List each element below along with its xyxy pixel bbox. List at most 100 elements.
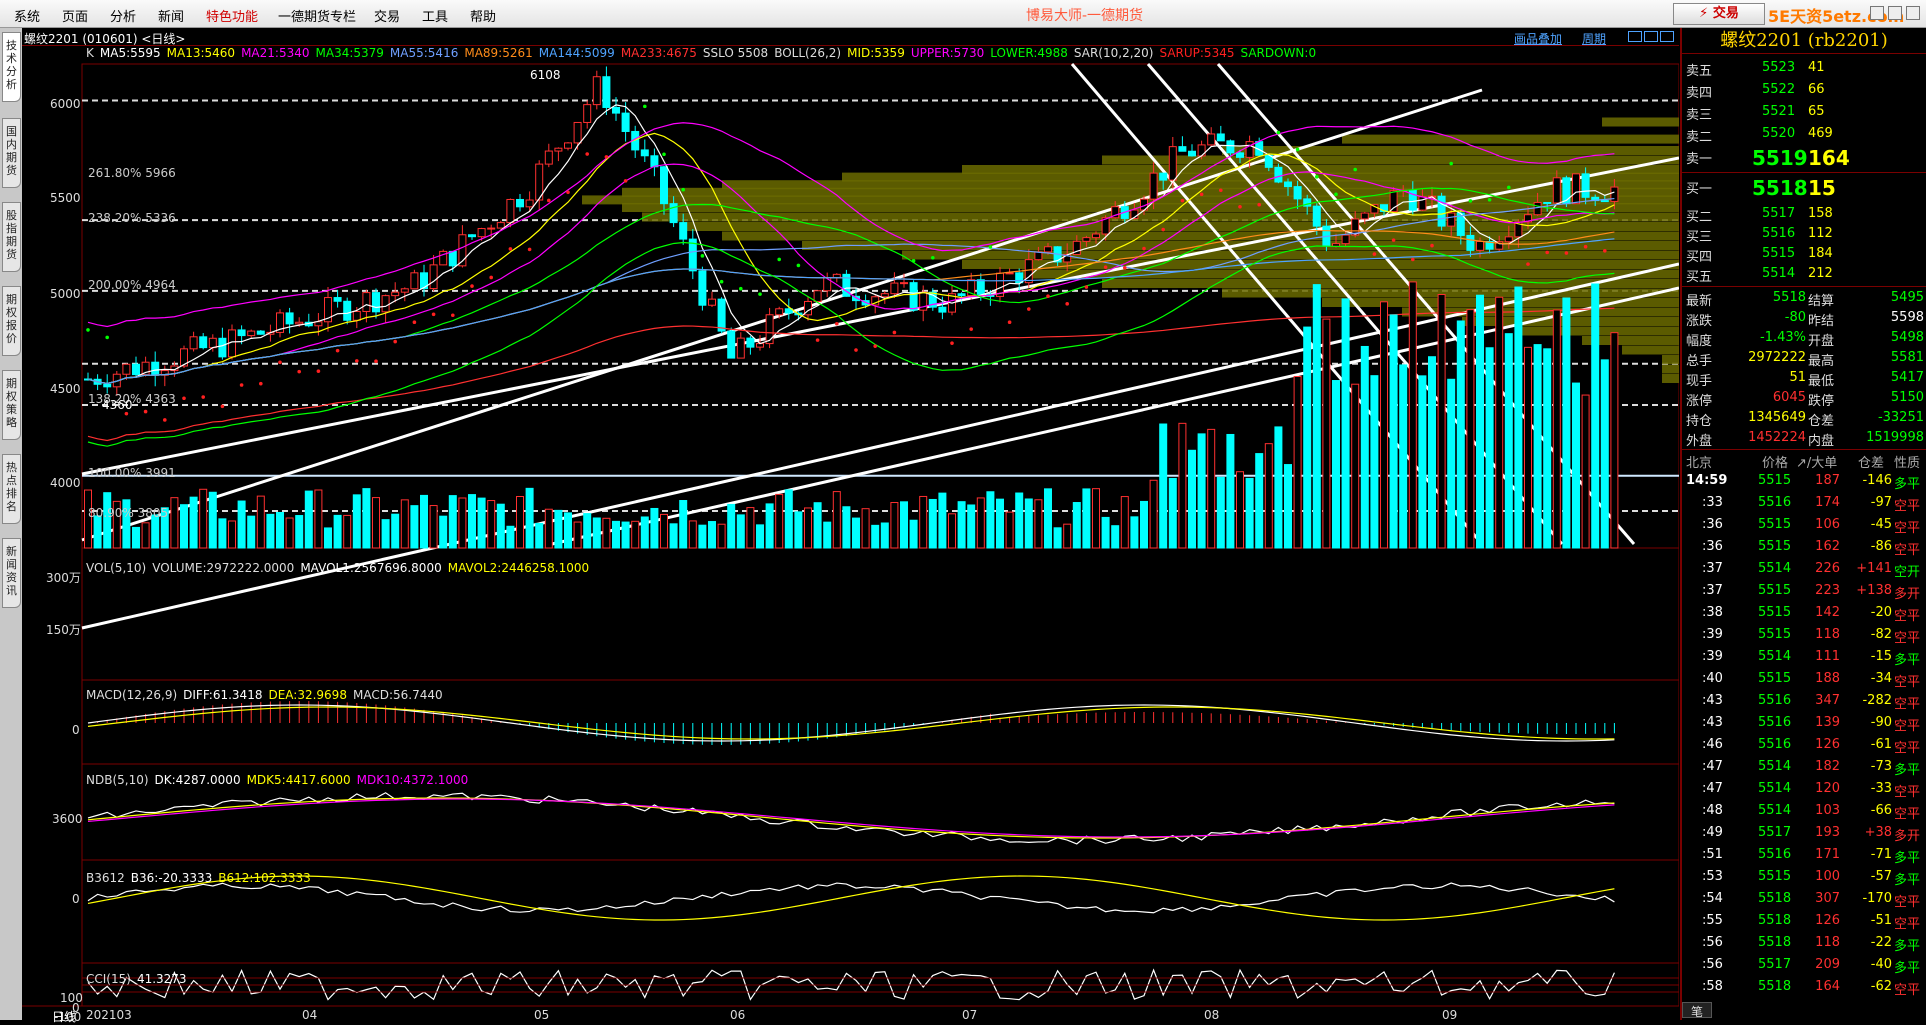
sar-dot xyxy=(393,339,398,344)
tick-oi-change: -62 xyxy=(1870,979,1892,994)
sidetab-index-futures[interactable]: 股指期货 xyxy=(2,202,21,272)
tick-time: :56 xyxy=(1702,935,1723,950)
kline-legend-item: K xyxy=(86,46,94,60)
volume-profile-bar xyxy=(682,222,1679,231)
menu-trade[interactable]: 交易 xyxy=(374,6,400,25)
close-button[interactable] xyxy=(1906,6,1920,20)
overlay-link[interactable]: 画品叠加 xyxy=(1514,30,1562,47)
menu-page[interactable]: 页面 xyxy=(62,6,88,25)
tick-type: 多平 xyxy=(1894,763,1921,778)
ask-price: 5521 xyxy=(1762,104,1796,119)
sar-dot xyxy=(585,152,589,156)
tick-oi-change: -86 xyxy=(1870,539,1892,554)
menu-news[interactable]: 新闻 xyxy=(158,6,184,25)
sar-dot xyxy=(662,152,666,157)
candle-body xyxy=(1543,201,1552,204)
bid-price: 5514 xyxy=(1762,266,1796,281)
tick-price: 5515 xyxy=(1758,605,1792,620)
price-tick: 6000 xyxy=(50,97,81,111)
sidetab-news[interactable]: 新闻资讯 xyxy=(2,538,21,608)
volume-bar xyxy=(967,504,976,549)
sar-dot xyxy=(1353,167,1357,172)
candle-body xyxy=(295,321,304,325)
candle-body xyxy=(583,104,592,123)
tick-type: 多开 xyxy=(1894,587,1921,602)
sidetab-options-strategy[interactable]: 期权策略 xyxy=(2,370,21,440)
tick-price: 5517 xyxy=(1758,957,1792,972)
tick-type: 空平 xyxy=(1894,741,1921,756)
sar-dot xyxy=(1507,185,1511,190)
volume-bar xyxy=(170,497,179,549)
trade-button[interactable]: ⚡ 交易 xyxy=(1673,3,1765,25)
candle-body xyxy=(708,298,716,306)
tick-volume: 347 xyxy=(1815,693,1840,708)
candle-body xyxy=(698,270,707,306)
kline-legend-item: MA21:5340 xyxy=(241,46,310,60)
zoom-in-icon[interactable] xyxy=(1628,31,1642,42)
sar-dot xyxy=(451,313,455,318)
tick-type: 空平 xyxy=(1894,917,1921,932)
volume-bar xyxy=(1600,359,1609,549)
volume-bar xyxy=(1533,344,1542,549)
volume-bar xyxy=(1514,286,1523,549)
tick-type: 空平 xyxy=(1894,983,1921,998)
menu-tools[interactable]: 工具 xyxy=(422,6,448,25)
chart-area[interactable]: 螺纹2201 (010601) <日线> 画品叠加 周期 K MA5:5595 MA… xyxy=(22,28,1679,1024)
menu-yide-column[interactable]: 一德期货专栏 xyxy=(278,6,356,25)
volume-bar xyxy=(631,520,640,549)
fib-level-label: 80.90% 3805 xyxy=(88,506,169,520)
volume-bar xyxy=(218,518,227,549)
low-marker: 4360 xyxy=(102,398,133,412)
macd-legend-item: MACD:56.7440 xyxy=(352,688,443,702)
candle-body xyxy=(1466,234,1475,251)
volume-bar xyxy=(583,513,592,549)
tick-volume: 120 xyxy=(1815,781,1840,796)
sidetab-tech-analysis[interactable]: 技术分析 xyxy=(2,32,21,102)
ask-label: 卖四 xyxy=(1686,86,1713,101)
volume-bar xyxy=(516,496,524,549)
tick-price: 5515 xyxy=(1758,539,1792,554)
menu-analysis[interactable]: 分析 xyxy=(110,6,136,25)
sar-dot xyxy=(719,279,724,284)
volume-bar xyxy=(189,496,198,549)
volume-bar xyxy=(1082,488,1091,549)
candle-body xyxy=(333,297,342,302)
tick-price: 5515 xyxy=(1758,671,1792,686)
sidetab-options-quote[interactable]: 期权报价 xyxy=(2,286,21,356)
sar-dot xyxy=(297,369,302,374)
zoom-out-icon[interactable] xyxy=(1644,31,1658,42)
layout-icon[interactable] xyxy=(1660,31,1674,42)
maximize-button[interactable] xyxy=(1888,6,1902,20)
volume-bar xyxy=(420,494,428,549)
tick-price: 5515 xyxy=(1758,517,1792,532)
menu-help[interactable]: 帮助 xyxy=(470,6,496,25)
candle-body xyxy=(1572,173,1580,205)
tick-time: :38 xyxy=(1702,605,1723,620)
candle-body xyxy=(909,282,918,311)
bid-price: 5517 xyxy=(1762,206,1796,221)
stat-value: -33251 xyxy=(1877,410,1924,425)
tick-oi-change: -33 xyxy=(1870,781,1892,796)
candle-body xyxy=(573,121,582,144)
sar-dot xyxy=(470,284,474,288)
candle-body xyxy=(640,149,649,157)
macd-dea-line xyxy=(87,706,1615,740)
sar-dot xyxy=(604,155,609,159)
period-link[interactable]: 周期 xyxy=(1582,30,1606,47)
sidetab-domestic-futures[interactable]: 国内期货 xyxy=(2,118,21,188)
tick-oi-change: -71 xyxy=(1870,847,1892,862)
tick-tab[interactable]: 笔 xyxy=(1682,1002,1712,1019)
tick-row: :55 5518 126 -51 空平 xyxy=(1682,910,1926,932)
tick-row: :51 5516 171 -71 多平 xyxy=(1682,844,1926,866)
menu-system[interactable]: 系统 xyxy=(14,6,40,25)
stat-row: 涨停 6045 跌停 5150 xyxy=(1682,388,1926,409)
candle-body xyxy=(1600,200,1609,203)
sar-dot xyxy=(1084,285,1089,289)
tick-time: :37 xyxy=(1702,583,1723,598)
tick-type: 多平 xyxy=(1894,851,1921,866)
minimize-button[interactable] xyxy=(1870,6,1884,20)
sidetab-hot-ranking[interactable]: 热点排名 xyxy=(2,454,21,524)
sar-dot xyxy=(86,328,90,332)
candle-body xyxy=(746,337,755,348)
menu-features[interactable]: 特色功能 xyxy=(206,6,258,25)
